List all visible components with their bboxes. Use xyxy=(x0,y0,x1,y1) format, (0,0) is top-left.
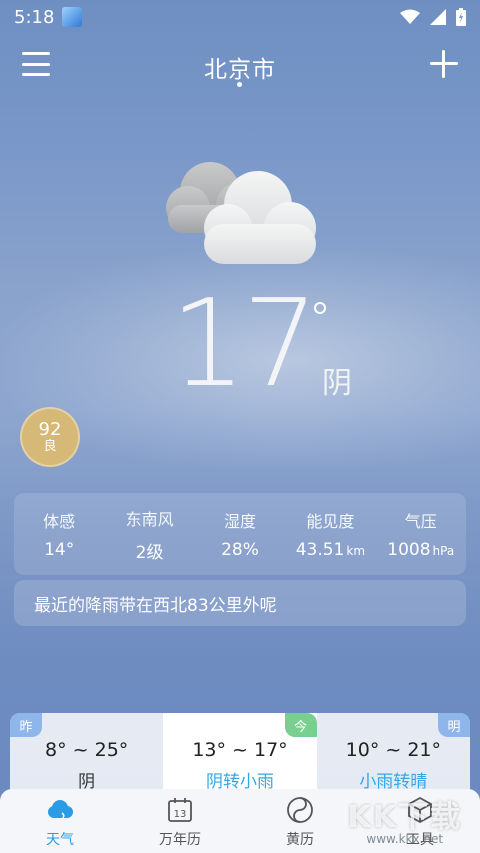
detail-visibility: 能见度 43.51 km xyxy=(287,508,373,560)
forecast-yesterday[interactable]: 昨 8° ~ 25° 阴 xyxy=(10,713,164,801)
tab-tools[interactable]: 工具 xyxy=(360,789,480,853)
cloudy-weather-icon xyxy=(166,162,316,264)
forecast-strip: 昨 8° ~ 25° 阴 今 13° ~ 17° 阴转小雨 明 10° ~ 21… xyxy=(10,713,470,801)
forecast-today[interactable]: 今 13° ~ 17° 阴转小雨 xyxy=(163,713,317,801)
degree-symbol xyxy=(314,302,326,314)
yin-yang-icon xyxy=(287,797,313,823)
page-indicator-dot xyxy=(237,82,242,87)
wifi-icon xyxy=(400,9,420,24)
forecast-tomorrow[interactable]: 明 10° ~ 21° 小雨转晴 xyxy=(316,713,470,801)
status-bar: 5:18 xyxy=(0,0,480,34)
day-badge: 昨 xyxy=(10,713,42,737)
detail-label: 东南风 xyxy=(125,509,174,529)
bottom-tab-bar: 天气 13 万年历 黄历 工具 xyxy=(0,789,480,853)
calendar-icon: 13 xyxy=(168,798,192,822)
detail-unit: hPa xyxy=(432,544,455,558)
detail-label: 能见度 xyxy=(306,512,355,531)
tab-label: 工具 xyxy=(406,832,434,848)
detail-label: 湿度 xyxy=(223,512,256,531)
battery-icon xyxy=(456,8,466,26)
detail-label: 体感 xyxy=(43,512,76,531)
aqi-level: 良 xyxy=(43,438,57,454)
day-badge: 明 xyxy=(437,713,470,737)
aqi-badge[interactable]: 92 良 xyxy=(20,407,80,467)
tab-label: 万年历 xyxy=(159,832,201,848)
tab-label: 天气 xyxy=(46,832,74,848)
current-temperature: 17 xyxy=(170,275,319,414)
detail-value: 2级 xyxy=(135,542,164,563)
app-notification-icon xyxy=(62,7,83,27)
rain-notice[interactable]: 最近的降雨带在西北83公里外呢 xyxy=(14,580,466,626)
city-title[interactable]: 北京市 xyxy=(0,50,480,84)
app-header: 北京市 xyxy=(0,40,480,92)
detail-wind: 东南风 2级 xyxy=(107,506,193,563)
current-condition: 阴 xyxy=(322,366,352,401)
forecast-temp: 13° ~ 17° xyxy=(192,739,288,761)
forecast-temp: 8° ~ 25° xyxy=(45,739,129,761)
cloud-icon xyxy=(48,800,73,819)
detail-label: 气压 xyxy=(404,512,437,531)
tab-calendar[interactable]: 13 万年历 xyxy=(120,789,240,853)
detail-feels-like: 体感 14° xyxy=(16,508,102,560)
detail-humidity: 湿度 28% xyxy=(197,508,283,560)
detail-value: 28% xyxy=(221,540,259,560)
status-time: 5:18 xyxy=(14,6,55,28)
add-city-icon[interactable] xyxy=(430,50,458,78)
detail-value: 14° xyxy=(44,540,75,560)
signal-icon xyxy=(430,9,446,25)
day-badge: 今 xyxy=(284,713,317,737)
aqi-value: 92 xyxy=(38,418,62,440)
detail-value: 43.51 xyxy=(295,540,345,560)
tab-almanac[interactable]: 黄历 xyxy=(240,789,360,853)
tab-weather[interactable]: 天气 xyxy=(0,789,120,853)
tab-label: 黄历 xyxy=(286,832,314,848)
detail-value: 1008 xyxy=(387,540,431,560)
forecast-temp: 10° ~ 21° xyxy=(345,739,441,761)
cube-icon xyxy=(408,796,432,824)
detail-pressure: 气压 1008 hPa xyxy=(378,508,464,560)
calendar-day: 13 xyxy=(174,809,187,820)
detail-unit: km xyxy=(346,544,366,558)
weather-details-panel: 体感 14° 东南风 2级 湿度 28% 能见度 43.51 km 气压 1008… xyxy=(14,493,466,575)
